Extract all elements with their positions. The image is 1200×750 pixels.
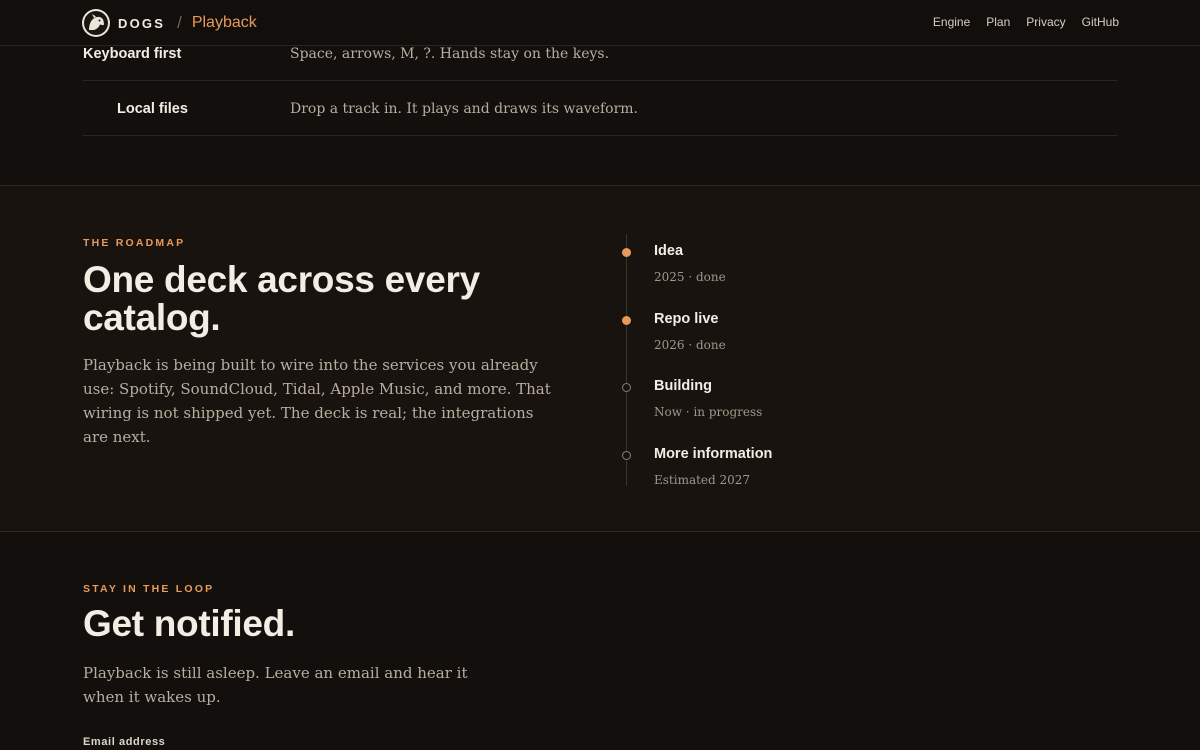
milestone-title: Repo live: [654, 311, 719, 327]
feature-description: Space, arrows, M, ?. Hands stay on the k…: [290, 46, 610, 62]
nav-links: Engine Plan Privacy GitHub: [917, 15, 1119, 29]
nav-link-privacy[interactable]: Privacy: [1026, 15, 1065, 29]
notify-section: STAY IN THE LOOP Get notified. Playback …: [0, 533, 1200, 750]
roadmap-body: Playback is being built to wire into the…: [83, 356, 551, 446]
milestone-done-dot-icon: [622, 316, 631, 325]
milestone-meta: 2026 · done: [654, 338, 726, 352]
roadmap-eyebrow: THE ROADMAP: [83, 237, 186, 249]
timeline-item-more-information: More information Estimated 2027: [620, 444, 1000, 504]
milestone-title: More information: [654, 446, 773, 462]
roadmap-section: THE ROADMAP One deck across every catalo…: [0, 185, 1200, 532]
email-field-label: Email address: [83, 736, 166, 748]
milestone-title: Building: [654, 378, 712, 394]
milestone-meta: 2025 · done: [654, 270, 726, 284]
brand-name: DOGS: [118, 15, 166, 31]
breadcrumb-separator: /: [177, 13, 182, 32]
nav-link-github[interactable]: GitHub: [1082, 15, 1119, 29]
feature-title: Local files: [117, 101, 188, 117]
milestone-open-dot-icon: [622, 451, 631, 460]
page: DOGS / Playback Engine Plan Privacy GitH…: [0, 0, 1200, 750]
notify-body: Playback is still asleep. Leave an email…: [83, 664, 468, 706]
milestone-meta: Now · in progress: [654, 405, 763, 419]
milestone-done-dot-icon: [622, 248, 631, 257]
brand[interactable]: DOGS / Playback: [82, 8, 257, 38]
feature-title: Keyboard first: [83, 46, 182, 62]
breadcrumb-product[interactable]: Playback: [192, 14, 257, 32]
top-nav: DOGS / Playback Engine Plan Privacy GitH…: [0, 0, 1200, 46]
dog-head-logo-icon: [82, 9, 110, 37]
nav-link-engine[interactable]: Engine: [933, 15, 970, 29]
milestone-open-dot-icon: [622, 383, 631, 392]
timeline-item-building: Building Now · in progress: [620, 376, 1000, 436]
milestone-title: Idea: [654, 243, 684, 259]
roadmap-timeline: Idea 2025 · done Repo live 2026 · done B…: [620, 234, 1020, 487]
feature-row: Local files Drop a track in. It plays an…: [83, 81, 1117, 136]
nav-link-plan[interactable]: Plan: [986, 15, 1010, 29]
notify-heading: Get notified.: [83, 603, 295, 644]
notify-eyebrow: STAY IN THE LOOP: [83, 583, 215, 595]
timeline-item-repo-live: Repo live 2026 · done: [620, 309, 1000, 369]
milestone-meta: Estimated 2027: [654, 473, 751, 487]
timeline-item-idea: Idea 2025 · done: [620, 241, 1000, 301]
roadmap-heading: One deck across every catalog.: [83, 259, 480, 338]
feature-description: Drop a track in. It plays and draws its …: [290, 101, 639, 117]
